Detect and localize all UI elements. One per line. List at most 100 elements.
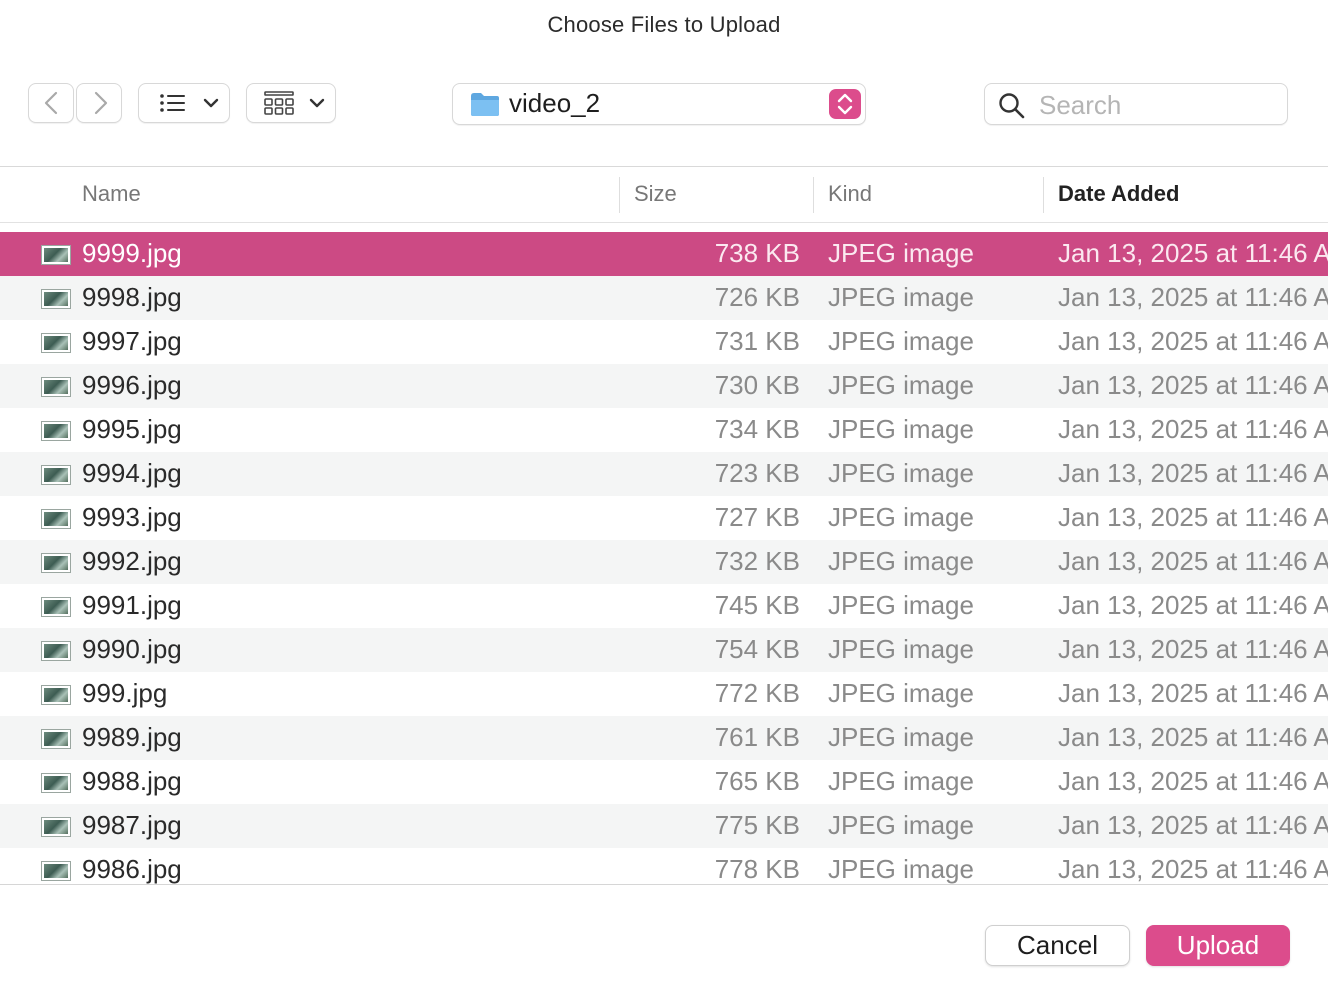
file-kind: JPEG image	[828, 810, 974, 840]
file-row[interactable]: 9996.jpg 730 KB JPEG image Jan 13, 2025 at …	[0, 364, 1328, 408]
cancel-button[interactable]: Cancel	[985, 925, 1130, 966]
file-row[interactable]: 9994.jpg 723 KB JPEG image Jan 13, 2025 at …	[0, 452, 1328, 496]
back-button[interactable]	[28, 83, 74, 123]
file-size: 738 KB	[714, 238, 800, 268]
chevron-right-icon	[94, 91, 108, 115]
file-row[interactable]: 9995.jpg 734 KB JPEG image Jan 13, 2025 at …	[0, 408, 1328, 452]
file-size: 775 KB	[714, 810, 800, 840]
file-size: 754 KB	[714, 634, 800, 664]
chevron-down-icon	[309, 98, 325, 108]
column-divider[interactable]	[619, 177, 620, 213]
file-name: 9989.jpg	[82, 722, 182, 752]
file-row[interactable]: 9986.jpg 778 KB JPEG image Jan 13, 2025 at …	[0, 848, 1328, 884]
jpeg-thumbnail-icon	[42, 290, 70, 308]
file-kind: JPEG image	[828, 502, 974, 532]
jpeg-thumbnail-icon	[42, 510, 70, 528]
file-name: 9994.jpg	[82, 458, 182, 488]
file-name: 9992.jpg	[82, 546, 182, 576]
file-list[interactable]: 9999.jpg 738 KB JPEG image Jan 13, 2025 at …	[0, 232, 1328, 884]
forward-button[interactable]	[76, 83, 122, 123]
file-date-added: Jan 13, 2025 at 11:46 A	[1058, 370, 1328, 400]
column-header-date-added[interactable]: Date Added	[1058, 181, 1179, 207]
jpeg-thumbnail-icon	[42, 334, 70, 352]
file-name: 9988.jpg	[82, 766, 182, 796]
file-date-added: Jan 13, 2025 at 11:46 A	[1058, 326, 1328, 356]
file-name: 9999.jpg	[82, 238, 182, 268]
file-row[interactable]: 9991.jpg 745 KB JPEG image Jan 13, 2025 at …	[0, 584, 1328, 628]
file-name: 9993.jpg	[82, 502, 182, 532]
file-row[interactable]: 999.jpg 772 KB JPEG image Jan 13, 2025 at 1…	[0, 672, 1328, 716]
file-row[interactable]: 9988.jpg 765 KB JPEG image Jan 13, 2025 at …	[0, 760, 1328, 804]
file-row[interactable]: 9999.jpg 738 KB JPEG image Jan 13, 2025 at …	[0, 232, 1328, 276]
file-date-added: Jan 13, 2025 at 11:46 A	[1058, 678, 1328, 708]
file-size: 731 KB	[714, 326, 800, 356]
file-date-added: Jan 13, 2025 at 11:46 A	[1058, 766, 1328, 796]
location-stepper[interactable]	[829, 89, 861, 119]
jpeg-thumbnail-icon	[42, 378, 70, 396]
grid-view-button[interactable]	[246, 83, 336, 123]
file-date-added: Jan 13, 2025 at 11:46 A	[1058, 458, 1328, 488]
column-divider[interactable]	[813, 177, 814, 213]
column-header-size[interactable]: Size	[634, 181, 677, 207]
file-date-added: Jan 13, 2025 at 11:46 A	[1058, 590, 1328, 620]
file-kind: JPEG image	[828, 282, 974, 312]
file-date-added: Jan 13, 2025 at 11:46 A	[1058, 810, 1328, 840]
file-size: 726 KB	[714, 282, 800, 312]
file-row[interactable]: 9989.jpg 761 KB JPEG image Jan 13, 2025 at …	[0, 716, 1328, 760]
column-header-name[interactable]: Name	[82, 181, 141, 207]
column-header-bar: Name Size Kind Date Added	[0, 167, 1328, 223]
file-kind: JPEG image	[828, 678, 974, 708]
file-size: 761 KB	[714, 722, 800, 752]
jpeg-thumbnail-icon	[42, 686, 70, 704]
list-view-button[interactable]	[138, 83, 230, 123]
file-size: 734 KB	[714, 414, 800, 444]
jpeg-thumbnail-icon	[42, 642, 70, 660]
file-row[interactable]: 9987.jpg 775 KB JPEG image Jan 13, 2025 at …	[0, 804, 1328, 848]
file-kind: JPEG image	[828, 590, 974, 620]
jpeg-thumbnail-icon	[42, 598, 70, 616]
list-view-icon	[160, 94, 219, 112]
file-kind: JPEG image	[828, 634, 974, 664]
file-date-added: Jan 13, 2025 at 11:46 A	[1058, 854, 1328, 884]
file-size: 727 KB	[714, 502, 800, 532]
file-kind: JPEG image	[828, 458, 974, 488]
footer-divider	[0, 884, 1328, 885]
jpeg-thumbnail-icon	[42, 422, 70, 440]
file-size: 778 KB	[714, 854, 800, 884]
file-date-added: Jan 13, 2025 at 11:46 A	[1058, 546, 1328, 576]
file-name: 9997.jpg	[82, 326, 182, 356]
search-input[interactable]	[1037, 88, 1281, 122]
file-name: 9991.jpg	[82, 590, 182, 620]
location-popup[interactable]: video_2	[452, 83, 866, 125]
file-date-added: Jan 13, 2025 at 11:46 A	[1058, 238, 1328, 268]
file-row[interactable]: 9997.jpg 731 KB JPEG image Jan 13, 2025 at …	[0, 320, 1328, 364]
file-size: 745 KB	[714, 590, 800, 620]
jpeg-thumbnail-icon	[42, 554, 70, 572]
file-row[interactable]: 9990.jpg 754 KB JPEG image Jan 13, 2025 at …	[0, 628, 1328, 672]
file-name: 999.jpg	[82, 678, 168, 708]
file-kind: JPEG image	[828, 370, 974, 400]
file-kind: JPEG image	[828, 546, 974, 576]
file-name: 9996.jpg	[82, 370, 182, 400]
file-kind: JPEG image	[828, 722, 974, 752]
search-icon	[999, 93, 1025, 119]
file-date-added: Jan 13, 2025 at 11:46 A	[1058, 634, 1328, 664]
search-field[interactable]	[984, 83, 1288, 125]
grid-view-icon	[264, 91, 325, 115]
file-date-added: Jan 13, 2025 at 11:46 A	[1058, 414, 1328, 444]
chevron-down-icon	[203, 98, 219, 108]
file-date-added: Jan 13, 2025 at 11:46 A	[1058, 282, 1328, 312]
file-date-added: Jan 13, 2025 at 11:46 A	[1058, 722, 1328, 752]
file-kind: JPEG image	[828, 326, 974, 356]
file-kind: JPEG image	[828, 414, 974, 444]
file-date-added: Jan 13, 2025 at 11:46 A	[1058, 502, 1328, 532]
column-divider[interactable]	[1043, 177, 1044, 213]
file-row[interactable]: 9993.jpg 727 KB JPEG image Jan 13, 2025 at …	[0, 496, 1328, 540]
column-header-kind[interactable]: Kind	[828, 181, 872, 207]
jpeg-thumbnail-icon	[42, 818, 70, 836]
file-name: 9995.jpg	[82, 414, 182, 444]
upload-button[interactable]: Upload	[1146, 925, 1290, 966]
file-size: 772 KB	[714, 678, 800, 708]
file-row[interactable]: 9992.jpg 732 KB JPEG image Jan 13, 2025 at …	[0, 540, 1328, 584]
file-row[interactable]: 9998.jpg 726 KB JPEG image Jan 13, 2025 at …	[0, 276, 1328, 320]
